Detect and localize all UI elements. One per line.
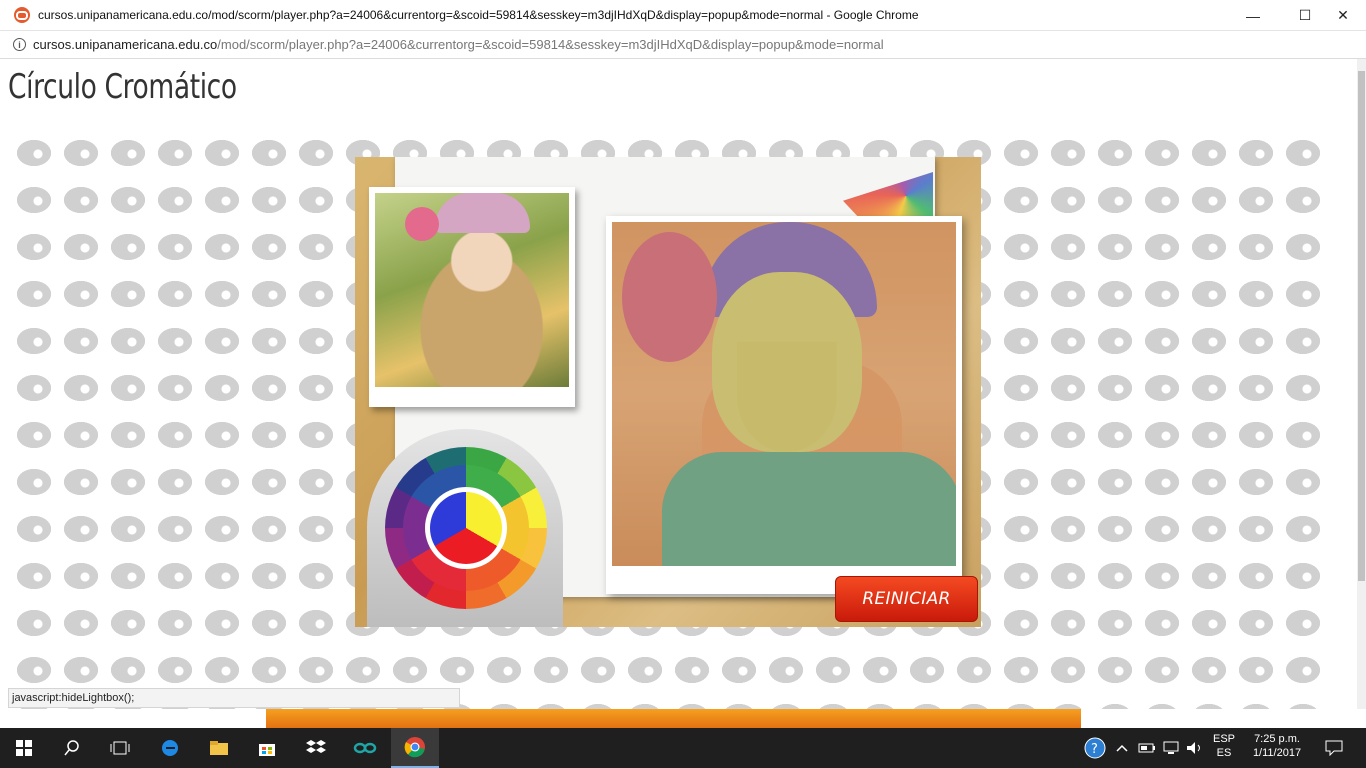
reset-button[interactable]: REINICIAR: [835, 576, 978, 622]
clock[interactable]: 7:25 p.m. 1/11/2017: [1247, 732, 1307, 760]
network-icon: [1163, 741, 1179, 754]
title-bar: cursos.unipanamericana.edu.co/mod/scorm/…: [0, 0, 1366, 31]
chrome-icon: [404, 737, 425, 758]
clock-date: 1/11/2017: [1252, 747, 1302, 759]
page-scrollbar[interactable]: [1357, 59, 1366, 709]
taskbar: ? ESP ES 7:25 p.m. 1/11/2017: [0, 728, 1366, 768]
battery-icon: [1138, 743, 1155, 753]
help-tray-button[interactable]: ?: [1083, 728, 1107, 768]
underlying-page-banner: [266, 709, 1081, 730]
colorable-photo[interactable]: [606, 216, 962, 594]
url-text[interactable]: cursos.unipanamericana.edu.co/mod/scorm/…: [33, 37, 884, 52]
neck-region[interactable]: [737, 342, 837, 452]
language-top: ESP: [1212, 733, 1235, 745]
task-view-icon: [110, 741, 130, 755]
url-host: cursos.unipanamericana.edu.co: [33, 37, 218, 52]
notifications-button[interactable]: [1318, 728, 1350, 768]
close-button[interactable]: ✕: [1320, 0, 1366, 31]
file-explorer-button[interactable]: [195, 728, 243, 768]
address-bar[interactable]: i cursos.unipanamericana.edu.co/mod/scor…: [0, 31, 1366, 59]
volume-button[interactable]: [1183, 728, 1207, 768]
language-indicator[interactable]: ESP ES: [1209, 732, 1239, 760]
svg-text:?: ?: [1091, 742, 1098, 757]
task-view-button[interactable]: [96, 728, 144, 768]
dropbox-button[interactable]: [292, 728, 340, 768]
minimize-button[interactable]: —: [1230, 0, 1276, 31]
scrollbar-thumb[interactable]: [1358, 71, 1365, 581]
start-button[interactable]: [0, 728, 48, 768]
color-wheel-primary[interactable]: [430, 492, 502, 564]
original-photo-image: [375, 193, 569, 387]
info-icon[interactable]: i: [13, 38, 26, 51]
flower-region[interactable]: [622, 232, 717, 362]
window-title: cursos.unipanamericana.edu.co/mod/scorm/…: [38, 8, 919, 22]
arduino-button[interactable]: [341, 728, 389, 768]
color-wheel-activity: REINICIAR: [355, 157, 981, 627]
edge-icon: [162, 740, 178, 756]
flower-shape: [405, 207, 439, 241]
language-bottom: ES: [1216, 747, 1232, 759]
colorable-photo-image[interactable]: [612, 222, 956, 566]
hat-shape: [435, 193, 530, 233]
clock-time: 7:25 p.m.: [1254, 733, 1300, 745]
edge-button[interactable]: [146, 728, 194, 768]
show-hidden-icons-button[interactable]: [1110, 728, 1134, 768]
search-button[interactable]: [48, 728, 96, 768]
original-photo: [369, 187, 575, 407]
store-icon: [259, 744, 275, 756]
page-title: Círculo Cromático: [8, 67, 237, 107]
url-path: /mod/scorm/player.php?a=24006&currentorg…: [217, 37, 884, 52]
search-icon: [64, 740, 79, 756]
site-favicon-icon: [14, 7, 30, 23]
chrome-button[interactable]: [391, 728, 439, 768]
network-button[interactable]: [1159, 728, 1183, 768]
notification-icon: [1325, 740, 1343, 756]
help-icon: ?: [1084, 737, 1106, 759]
status-bubble: javascript:hideLightbox();: [8, 688, 460, 708]
windows-icon: [16, 740, 32, 756]
chevron-up-icon: [1116, 744, 1128, 752]
store-button[interactable]: [243, 728, 291, 768]
infinity-icon: [353, 742, 377, 754]
jacket-region[interactable]: [662, 452, 956, 566]
folder-icon: [210, 741, 228, 755]
speaker-icon: [1187, 742, 1200, 754]
battery-button[interactable]: [1135, 728, 1159, 768]
dropbox-icon: [306, 740, 326, 753]
